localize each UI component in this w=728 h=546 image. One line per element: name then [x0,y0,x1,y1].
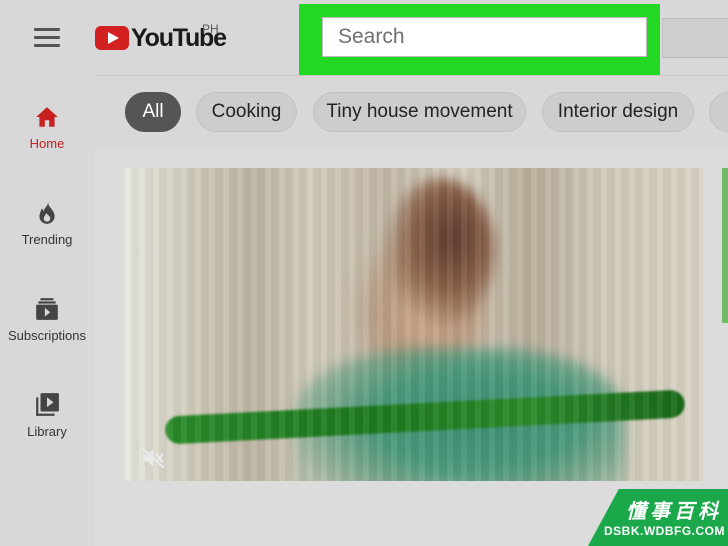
mute-icon[interactable] [140,445,166,471]
chip-tiny-house-movement[interactable]: Tiny house movement [313,92,526,132]
trending-flame-icon [39,202,55,224]
sidebar-item-subscriptions[interactable]: Subscriptions [0,296,94,343]
search-box[interactable] [322,17,647,57]
sidebar-item-label: Subscriptions [7,328,87,343]
watermark-cn-text: 懂事百科 [626,501,722,523]
next-video-thumbnail-edge[interactable] [722,168,728,323]
chip-all[interactable]: All [125,92,181,132]
library-icon [36,393,59,416]
watermark-en-text: DSBK.WDBFG.COM [604,524,725,538]
chip-interior-design[interactable]: Interior design [542,92,694,132]
watermark-logo: 懂事百科 DSBK.WDBFG.COM [588,489,728,546]
sidebar-item-trending[interactable]: Trending [0,200,94,247]
search-button[interactable] [662,18,728,58]
chip-cooking[interactable]: Cooking [196,92,297,132]
home-icon [36,107,58,127]
video-thumbnail[interactable] [125,168,703,481]
sidebar: Home Trending Subscriptions Library [0,76,94,546]
subscriptions-icon [36,298,58,320]
sidebar-item-label: Library [27,424,67,439]
filter-chip-bar: All Cooking Tiny house movement Interior… [95,76,728,148]
video-overlay [125,168,703,481]
chip-next[interactable] [709,92,728,132]
hamburger-menu-icon[interactable] [34,28,60,48]
sidebar-item-label: Trending [21,232,73,247]
youtube-play-icon [95,26,129,50]
sidebar-item-home[interactable]: Home [0,104,94,151]
sidebar-item-library[interactable]: Library [0,392,94,439]
sidebar-item-label: Home [29,136,65,151]
search-input[interactable] [323,18,646,56]
region-label: PH [202,22,219,36]
top-bar: YouTube PH [0,0,728,76]
